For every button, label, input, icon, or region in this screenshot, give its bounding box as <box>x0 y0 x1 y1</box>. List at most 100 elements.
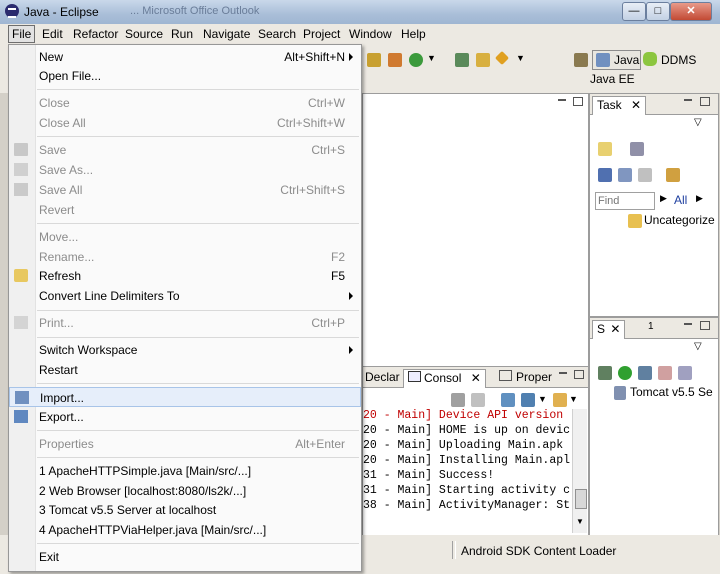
uncategorized-item[interactable]: Uncategorize <box>644 213 715 227</box>
scroll-lock-icon[interactable] <box>471 393 485 407</box>
pin-console-icon[interactable] <box>501 393 515 407</box>
menu-item-switch-workspace[interactable]: Switch Workspace <box>9 340 361 360</box>
menu-item-rename[interactable]: Rename... F2 <box>9 247 361 267</box>
maximize-button[interactable]: □ <box>646 2 670 21</box>
focus-icon[interactable] <box>638 168 652 182</box>
menu-file[interactable]: File <box>8 25 36 43</box>
start-server-icon[interactable] <box>618 366 632 380</box>
tab-properties[interactable]: Proper <box>495 369 556 387</box>
menu-item-revert[interactable]: Revert <box>9 200 361 220</box>
chevron-down-icon[interactable]: ▼ <box>427 53 436 63</box>
debug-server-icon[interactable] <box>598 366 612 380</box>
clear-console-icon[interactable] <box>451 393 465 407</box>
menu-edit[interactable]: Edit <box>42 27 63 41</box>
menu-item-move[interactable]: Move... <box>9 227 361 247</box>
play-icon[interactable]: ▶ <box>660 193 667 204</box>
maximize-icon[interactable] <box>700 321 710 330</box>
perspective-java[interactable]: Java <box>592 50 641 70</box>
view-menu-icon[interactable]: ▽ <box>694 341 702 352</box>
stop-server-icon[interactable] <box>658 366 672 380</box>
menu-item-close-all[interactable]: Close All Ctrl+Shift+W <box>9 113 361 133</box>
menu-navigate[interactable]: Navigate <box>203 27 250 41</box>
menu-run[interactable]: Run <box>171 27 193 41</box>
menu-item-close[interactable]: Close Ctrl+W <box>9 93 361 113</box>
close-icon[interactable]: ✕ <box>471 371 481 385</box>
minimize-icon[interactable] <box>559 370 567 374</box>
minimize-icon[interactable] <box>684 321 692 325</box>
menu-item-convert-line-delimiters[interactable]: Convert Line Delimiters To <box>9 286 361 306</box>
menu-item-save-all[interactable]: Save All Ctrl+Shift+S <box>9 180 361 200</box>
menu-item-import[interactable]: Import... <box>9 387 361 407</box>
publish-icon[interactable] <box>678 366 692 380</box>
new-task-icon[interactable] <box>598 142 612 156</box>
open-folder-icon[interactable] <box>476 53 490 67</box>
menu-item-properties[interactable]: Properties Alt+Enter <box>9 434 361 454</box>
task-find-input[interactable] <box>595 192 655 210</box>
minimize-icon[interactable] <box>558 97 566 101</box>
maximize-icon[interactable] <box>573 97 583 106</box>
menu-search[interactable]: Search <box>258 27 296 41</box>
save-all-icon <box>14 183 28 196</box>
menu-item-export[interactable]: Export... <box>9 407 361 427</box>
tab-declaration[interactable]: Declar <box>361 369 404 387</box>
new-package-icon[interactable] <box>367 53 381 67</box>
menu-item-save-as[interactable]: Save As... <box>9 160 361 180</box>
minimize-button[interactable]: — <box>622 2 646 21</box>
menu-refactor[interactable]: Refactor <box>73 27 118 41</box>
view-menu-icon[interactable]: ▽ <box>694 117 702 128</box>
refresh-icon <box>14 269 28 282</box>
categorize-icon[interactable] <box>630 142 644 156</box>
profile-server-icon[interactable] <box>638 366 652 380</box>
tab-console[interactable]: Consol ✕ <box>403 369 486 388</box>
chevron-down-icon[interactable]: ▼ <box>569 394 578 404</box>
menu-item-open-file[interactable]: Open File... <box>9 66 361 86</box>
menu-source[interactable]: Source <box>125 27 163 41</box>
menu-item-new[interactable]: New Alt+Shift+N <box>9 47 361 67</box>
open-type-icon[interactable] <box>455 53 469 67</box>
submenu-arrow-icon <box>349 292 353 300</box>
collapse-all-icon[interactable] <box>618 168 632 182</box>
menu-item-recent-2[interactable]: 2 Web Browser [localhost:8080/ls2k/...] <box>9 481 361 501</box>
menu-item-print[interactable]: Print... Ctrl+P <box>9 313 361 333</box>
tab-servers[interactable]: S ✕ <box>592 320 626 339</box>
menu-item-restart[interactable]: Restart <box>9 360 361 380</box>
maximize-icon[interactable] <box>574 370 584 379</box>
new-class-icon[interactable] <box>388 53 402 67</box>
menu-item-refresh[interactable]: Refresh F5 <box>9 266 361 286</box>
close-button[interactable]: ✕ <box>670 2 712 21</box>
menu-help[interactable]: Help <box>401 27 426 41</box>
play-icon[interactable]: ▶ <box>696 193 703 204</box>
open-console-icon[interactable] <box>553 393 567 407</box>
background-window-title: ... Microsoft Office Outlook <box>130 5 260 17</box>
resize-grip-icon[interactable] <box>703 556 715 568</box>
close-icon[interactable]: ✕ <box>631 98 641 112</box>
tab-declaration-label: Declar <box>365 370 400 384</box>
menu-item-recent-4[interactable]: 4 ApacheHTTPViaHelper.java [Main/src/...… <box>9 520 361 540</box>
console-scrollbar[interactable]: ▼ <box>572 409 587 533</box>
server-item-tomcat[interactable]: Tomcat v5.5 Se <box>630 385 713 399</box>
open-perspective-icon[interactable] <box>574 53 588 67</box>
filter-icon[interactable] <box>598 168 612 182</box>
close-icon[interactable]: ✕ <box>610 322 620 336</box>
synchronize-icon[interactable] <box>666 168 680 182</box>
task-all-link[interactable]: All <box>674 193 687 207</box>
chevron-down-icon[interactable]: ▼ <box>538 394 547 404</box>
menu-item-exit[interactable]: Exit <box>9 547 361 567</box>
minimize-icon[interactable] <box>684 97 692 101</box>
scrollbar-thumb[interactable] <box>575 489 587 509</box>
menu-item-recent-3[interactable]: 3 Tomcat v5.5 Server at localhost <box>9 500 361 520</box>
display-console-icon[interactable] <box>521 393 535 407</box>
editor-area[interactable] <box>362 93 589 367</box>
search-icon[interactable] <box>494 50 510 66</box>
scroll-down-icon[interactable]: ▼ <box>576 517 584 526</box>
menu-item-save[interactable]: Save Ctrl+S <box>9 140 361 160</box>
menu-item-recent-1[interactable]: 1 ApacheHTTPSimple.java [Main/src/...] <box>9 461 361 481</box>
maximize-icon[interactable] <box>700 97 710 106</box>
menu-window[interactable]: Window <box>349 27 392 41</box>
run-icon[interactable] <box>409 53 423 67</box>
console-output[interactable]: 20 - Main] Device API version 20 - Main]… <box>363 409 571 535</box>
menu-project[interactable]: Project <box>303 27 340 41</box>
chevron-down-icon[interactable]: ▼ <box>516 53 525 63</box>
overflow-tabs-indicator[interactable]: 1 <box>648 321 654 332</box>
tab-task[interactable]: Task ✕ <box>592 96 647 115</box>
